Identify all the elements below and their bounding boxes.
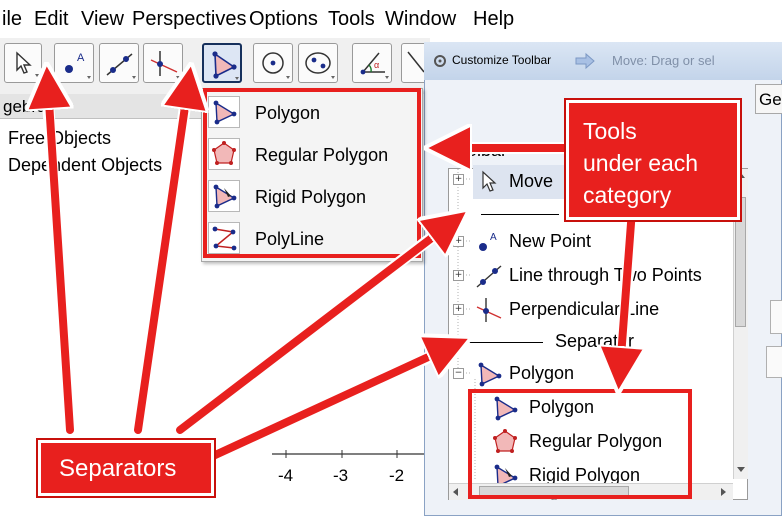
tree-item-polygon-category[interactable]: Polygon	[471, 357, 711, 391]
menu-view[interactable]: View	[81, 8, 124, 31]
tree-item-new-point[interactable]: A New Point	[471, 225, 741, 259]
scroll-down-icon[interactable]	[737, 467, 745, 472]
separators-callout-text: Separators	[59, 455, 177, 482]
tree-item-label: Separator	[555, 331, 635, 351]
highlight-tree-children-box	[468, 389, 692, 499]
menu-file[interactable]: ile	[2, 8, 22, 31]
perpendicular-tool-button[interactable]	[143, 43, 183, 83]
menu-perspectives[interactable]: Perspectives	[132, 8, 247, 31]
separator-line	[469, 342, 543, 343]
menu-options[interactable]: Options	[249, 8, 318, 31]
general-tab[interactable]: Ge	[755, 84, 782, 114]
menu-window[interactable]: Window	[385, 8, 456, 31]
reflect-line-icon	[407, 51, 425, 73]
tree-item-label: Perpendicular Line	[509, 299, 660, 319]
tree-item-separator[interactable]: Separator	[465, 325, 715, 359]
polygon-icon	[212, 51, 239, 80]
x-tick-label: -4	[278, 466, 294, 485]
tools-callout: Tools under each category	[564, 98, 742, 222]
tools-callout-text: Tools under each category	[583, 118, 699, 208]
tree-item-line-through-two-points[interactable]: Line through Two Points	[471, 259, 741, 293]
circle-icon	[262, 52, 290, 79]
side-control[interactable]	[766, 346, 782, 378]
perpendicular-line-icon	[476, 298, 502, 322]
menu-help[interactable]: Help	[473, 8, 514, 31]
polygon-icon	[478, 362, 502, 387]
tree-item-perpendicular-line[interactable]: Perpendicular Line	[471, 293, 741, 327]
algebra-title: gebra	[3, 97, 47, 116]
point-icon: A	[65, 52, 91, 79]
expand-toggle[interactable]: +	[453, 236, 464, 247]
separators-callout: Separators	[36, 438, 216, 498]
tree-item-label: New Point	[509, 231, 592, 251]
toolbar-label: Toolbar	[448, 140, 508, 160]
menu-edit[interactable]: Edit	[34, 8, 68, 31]
scroll-left-icon[interactable]	[453, 488, 458, 496]
line-icon	[476, 265, 502, 288]
tree-item-label: Polygon	[509, 363, 575, 383]
expand-toggle[interactable]: +	[453, 304, 464, 315]
dialog-title: Customize Toolbar	[452, 53, 552, 67]
ellipse-icon	[305, 52, 335, 79]
side-control[interactable]	[770, 300, 782, 334]
tree-item-label: Move	[509, 171, 554, 191]
gear-icon	[434, 55, 446, 67]
expand-toggle[interactable]: +	[453, 174, 464, 185]
x-tick-label: -2	[389, 466, 405, 485]
polygon-tool-button[interactable]	[202, 43, 242, 83]
menu-tools[interactable]: Tools	[328, 8, 375, 31]
arrow-right-icon	[575, 52, 595, 70]
highlight-dropdown-box	[203, 88, 421, 258]
dialog-titlebar[interactable]: Customize Toolbar Move: Drag or sel	[424, 42, 782, 80]
separator-line	[481, 214, 559, 215]
svg-text:A: A	[490, 232, 497, 243]
svg-text:A: A	[77, 52, 85, 64]
dependent-objects-item[interactable]: Dependent Objects	[8, 155, 162, 176]
point-tool-button[interactable]: A	[54, 43, 94, 83]
scroll-right-icon[interactable]	[721, 488, 726, 496]
x-tick-label: -3	[333, 466, 349, 485]
svg-text:α: α	[374, 60, 379, 70]
menu-bar: ile Edit View Perspectives Options Tools…	[0, 0, 782, 38]
free-objects-item[interactable]: Free Objects	[8, 128, 111, 149]
line-icon	[106, 53, 136, 79]
general-tab-label: Ge	[759, 90, 782, 109]
tool-help-text: Move: Drag or sel	[612, 53, 715, 68]
circle-tool-button[interactable]	[253, 43, 293, 83]
angle-icon: α	[360, 52, 389, 79]
point-icon: A	[479, 232, 497, 251]
line-tool-button[interactable]	[99, 43, 139, 83]
angle-tool-button[interactable]: α	[352, 43, 392, 83]
cursor-icon	[16, 51, 39, 77]
conic-tool-button[interactable]	[298, 43, 338, 83]
perpendicular-line-icon	[150, 51, 180, 79]
tree-item-label: Line through Two Points	[509, 265, 702, 285]
collapse-toggle[interactable]: −	[453, 368, 464, 379]
move-tool-button[interactable]	[4, 43, 42, 83]
expand-toggle[interactable]: +	[453, 270, 464, 281]
cursor-icon	[482, 170, 497, 192]
